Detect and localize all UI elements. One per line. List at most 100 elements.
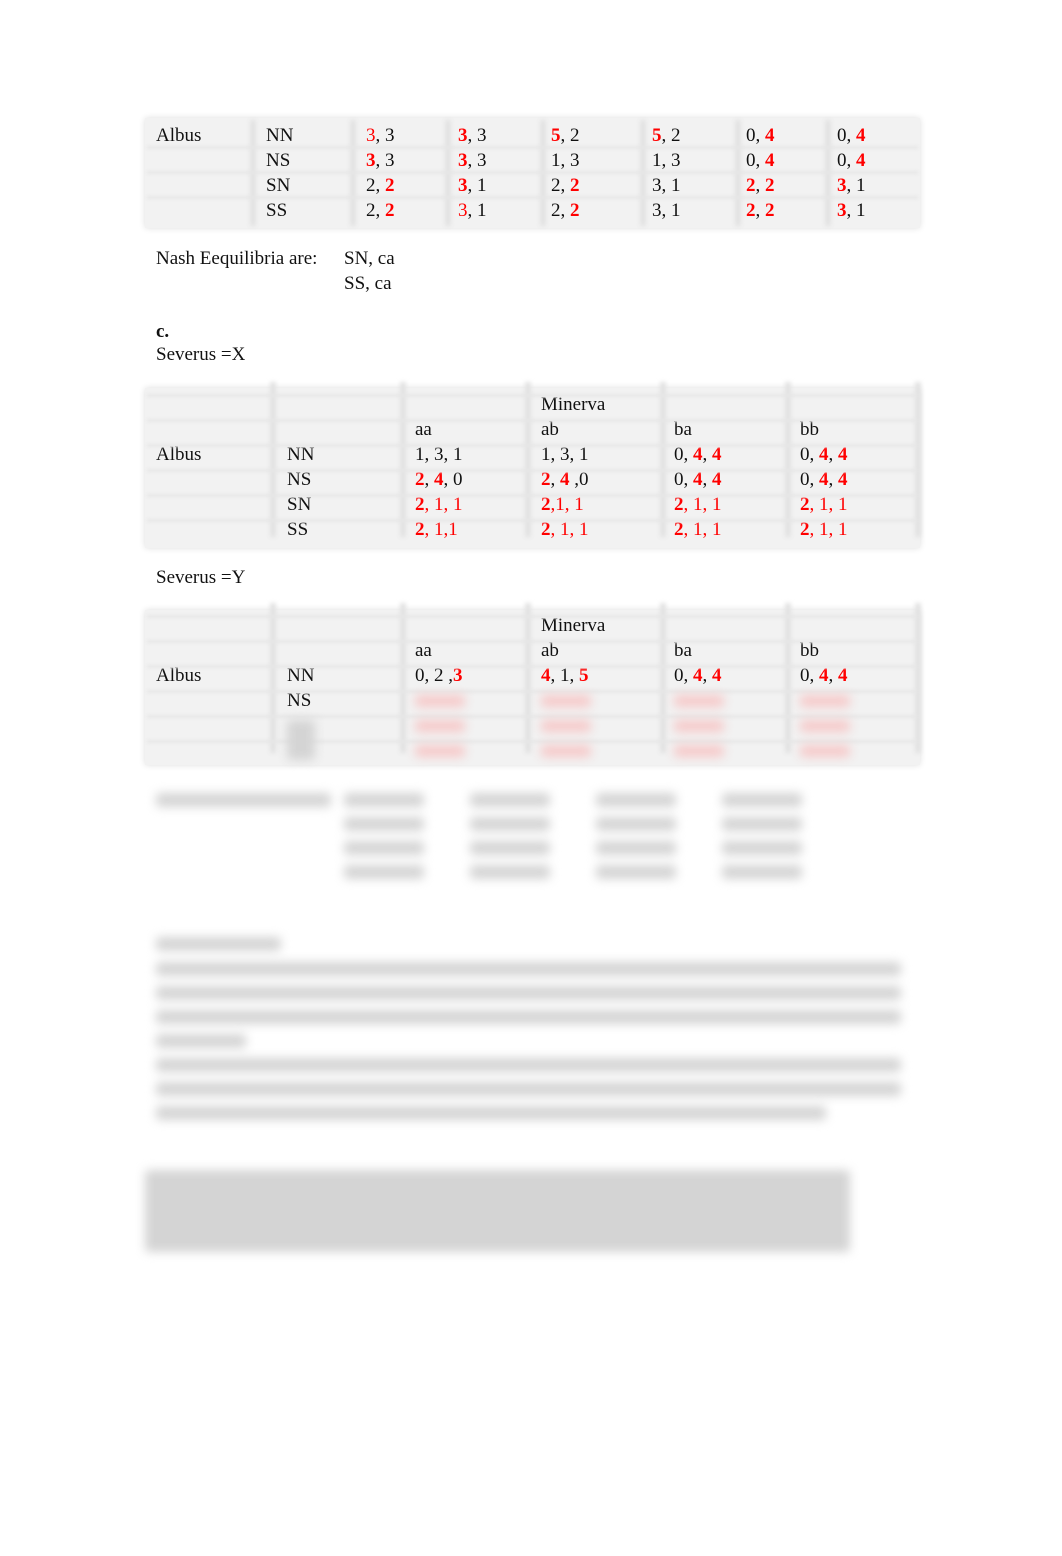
blurred-text [415, 720, 465, 732]
best-response-payoff: 4 [765, 150, 775, 171]
table-gridline [147, 469, 918, 472]
best-response-payoff: 4 [693, 469, 703, 490]
table-gridline [147, 615, 918, 618]
best-response-payoff: , 1, 1 [809, 519, 848, 540]
blurred-text [145, 1170, 850, 1252]
payoff: , [828, 665, 838, 686]
payoff: , [702, 665, 712, 686]
table-gridline [400, 603, 406, 753]
payoff-cell: 2, 2 [551, 175, 580, 197]
payoff-cell: 0, 4, 4 [674, 444, 722, 466]
payoff: 0, [837, 125, 856, 146]
blurred-text [156, 1082, 901, 1096]
payoff-cell: 0, 4 [746, 150, 775, 172]
best-response-payoff: 2 [800, 519, 810, 540]
column-strategy-label: aa [415, 419, 432, 440]
strategy-label: NN [266, 125, 294, 146]
strategy-label: NN [287, 444, 315, 465]
payoff-cell: 2, 2 [366, 175, 395, 197]
best-response-payoff: 5 [652, 125, 662, 146]
table-gridline [147, 740, 918, 743]
best-response-payoff: 2 [415, 494, 425, 515]
best-response-payoff: , 1, 1 [809, 494, 848, 515]
payoff: , 0 [443, 469, 463, 490]
best-response-payoff: 4 [838, 469, 848, 490]
blurred-text [156, 793, 331, 807]
column-strategy-label: ba [674, 640, 692, 661]
payoff: 2, [551, 200, 570, 221]
payoff: 1, 3 [652, 150, 681, 171]
payoff: , 1 [846, 200, 866, 221]
nash-item: SN, ca [344, 248, 395, 269]
best-response-payoff: 2 [415, 469, 425, 490]
payoff-cell: 1, 3 [551, 150, 580, 172]
strategy-label: NS [266, 150, 291, 171]
table-gridline [147, 394, 918, 397]
blurred-text [344, 841, 424, 855]
payoff: , 3 [375, 125, 395, 146]
blurred-text [722, 793, 802, 807]
table-gridline [147, 494, 918, 497]
blurred-text [415, 695, 465, 707]
best-response-payoff: 2 [541, 519, 551, 540]
payoff: ,0 [569, 469, 589, 490]
payoff-cell: 2, 1, 1 [415, 494, 463, 516]
best-response-payoff: 4 [819, 665, 829, 686]
best-response-payoff: 4 [712, 665, 722, 686]
best-response-payoff: 3 [458, 125, 468, 146]
payoff: 1, 3, 1 [541, 444, 589, 465]
payoff-cell: 2, 1, 1 [674, 494, 722, 516]
best-response-payoff: 2 [674, 519, 684, 540]
blurred-text [722, 865, 802, 879]
payoff: 0, [800, 469, 819, 490]
column-player-label: Minerva [541, 394, 606, 415]
payoff-cell: 5, 2 [652, 125, 681, 147]
blurred-text [415, 745, 465, 757]
table-gridline [147, 519, 918, 522]
payoff-cell: 3, 1 [837, 200, 866, 222]
blurred-text [156, 937, 281, 951]
blurred-text [156, 962, 901, 976]
blurred-text [344, 817, 424, 831]
table-gridline [525, 603, 531, 753]
best-response-payoff: 5 [579, 665, 589, 686]
table-gridline [147, 171, 918, 174]
payoff: , 1 [467, 175, 487, 196]
column-strategy-label: ba [674, 419, 692, 440]
payoff: 0, [674, 444, 693, 465]
payoff: 2, [366, 175, 385, 196]
payoff-cell: 2, 1, 1 [674, 519, 722, 541]
payoff-cell: 2, 2 [551, 200, 580, 222]
payoff-cell: 0, 4, 4 [674, 469, 722, 491]
table-gridline [785, 603, 791, 753]
payoff-cell: 4, 1, 5 [541, 665, 589, 687]
table-gridline [147, 444, 918, 447]
payoff-cell: 0, 2 ,3 [415, 665, 463, 687]
blurred-text [800, 720, 850, 732]
payoff-cell: 0, 4, 4 [800, 444, 848, 466]
table-gridline [525, 382, 531, 537]
blurred-text [541, 745, 591, 757]
table-gridline [270, 382, 276, 537]
best-response-payoff: 4 [712, 469, 722, 490]
blurred-text [541, 720, 591, 732]
best-response-payoff: 4 [693, 444, 703, 465]
strategy-label: NS [287, 469, 312, 490]
best-response-payoff: 3 [458, 175, 468, 196]
payoff-cell: 2,1, 1 [541, 494, 584, 516]
blurred-text [596, 817, 676, 831]
payoff-cell: 0, 4 [746, 125, 775, 147]
blurred-text [800, 695, 850, 707]
table-gridline [660, 382, 666, 537]
severus-x-label: Severus =X [156, 344, 246, 365]
payoff-cell: 0, 4 [837, 125, 866, 147]
payoff: , [424, 469, 434, 490]
table-gridline [147, 665, 918, 668]
payoff-cell: 3, 3 [366, 150, 395, 172]
payoff-cell: 2, 1, 1 [800, 494, 848, 516]
payoff: 0, [674, 469, 693, 490]
best-response-payoff: 3 [837, 200, 847, 221]
best-response-payoff: 4 [434, 469, 444, 490]
blurred-text [674, 745, 724, 757]
blurred-text [344, 865, 424, 879]
